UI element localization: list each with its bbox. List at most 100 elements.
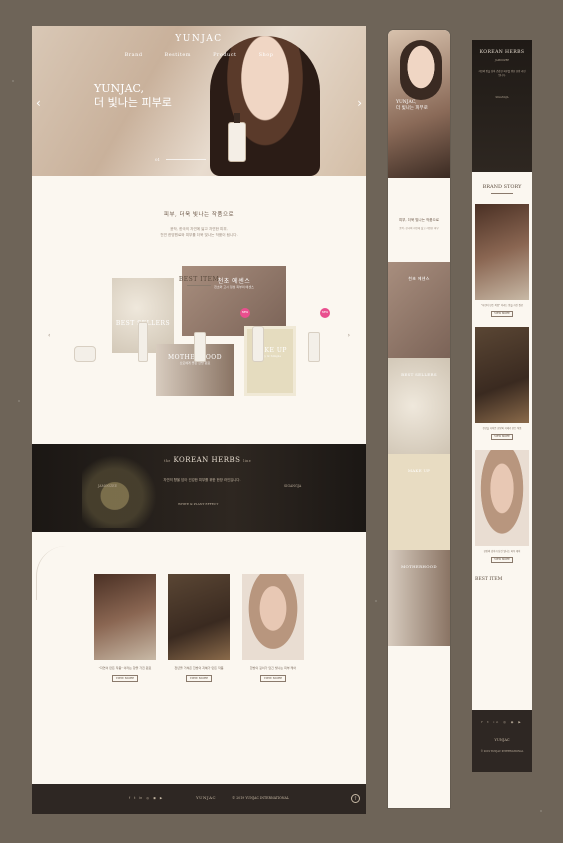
best-item-underline [187, 285, 211, 286]
story-image-model [242, 574, 304, 660]
mobile-footer-logo[interactable]: YUNJAC [472, 738, 532, 742]
nav-item-shop[interactable]: Shop [259, 52, 274, 58]
mobile-social-links[interactable]: f t in ◎ ◉ ▶ [472, 710, 532, 724]
phone-hero: YUNJAC, 더 빛나는 피부로 [388, 30, 450, 178]
story-card: "자연이 만든 작품" 이라는 향을 가진 원료 VIEW MORE [94, 574, 156, 682]
phone-intro-heading: 피부, 더욱 빛나는 작품으로 [399, 218, 439, 222]
chevron-right-icon[interactable]: › [357, 96, 362, 110]
background-speck [18, 400, 20, 402]
main-nav: Brand Bestitem Product Shop [32, 52, 366, 58]
story-card-text: 한방의 깊이가 담긴 빛나는 피부 케어 [249, 666, 297, 670]
social-links: f t in ◎ ◉ ▶ [129, 796, 162, 800]
leaf-decoration [36, 546, 76, 600]
story-image-serum [94, 574, 156, 660]
linkedin-icon[interactable]: in [139, 796, 142, 800]
product-cream-jar[interactable] [74, 346, 96, 362]
mobile-brand-story-title: BRAND STORY [482, 184, 522, 190]
view-more-button[interactable]: VIEW MORE [491, 557, 513, 563]
intro-heading: 피부, 더욱 빛나는 작품으로 [163, 212, 235, 218]
phone-intro: 피부, 더욱 빛나는 작품으로 윤작, 한국의 자연에 닮고 자연한 피부 [388, 178, 450, 262]
mobile-story-card: 천년을 거쳐온 한방의 지혜가 만든 작품 VIEW MORE [475, 327, 529, 440]
product-dropper-bottle[interactable] [194, 332, 206, 362]
mobile-story-card: "자연이 만든 작품" 이라는 향을 가진 원료 VIEW MORE [475, 204, 529, 317]
intro-body-line2: 천연 한방원료와 피부를 더욱 빛나는 작품이 됩니다. [160, 233, 238, 237]
new-badge: NEW [240, 308, 250, 318]
phone-mockup: YUNJAC, 더 빛나는 피부로 피부, 더욱 빛나는 작품으로 윤작, 한국… [388, 30, 450, 808]
chevron-right-icon[interactable]: › [348, 332, 350, 339]
herbs-description: 자연의 향을 담아 건강한 피부를 위한 한방 라인입니다. [163, 478, 241, 482]
facebook-icon[interactable]: f [129, 796, 130, 800]
mobile-story-card: 한방의 깊이가 담긴 빛나는 피부 케어 VIEW MORE [475, 450, 529, 563]
nav-item-product[interactable]: Product [213, 52, 237, 58]
view-more-button[interactable]: VIEW MORE [491, 311, 513, 317]
footer-copyright: © 2019 YUNJAC INTERNATIONAL [232, 796, 289, 800]
mobile-herbs-tag2[interactable]: SIGANGJA [472, 96, 532, 99]
best-item-carousel: ‹ NEW NEW › [48, 308, 350, 362]
phone-tile-best[interactable]: BEST SELLERS [388, 358, 450, 454]
korean-herbs-banner: the KOREAN HERBS line JAMOOZEE SIGANGJA … [32, 444, 366, 532]
background-speck [375, 600, 377, 602]
instagram-icon[interactable]: ◎ [146, 796, 149, 800]
mobile-footer: f t in ◎ ◉ ▶ YUNJAC © 2019 YUNJAC INTERN… [472, 710, 532, 772]
mobile-herbs-tag[interactable]: JAMOOZEE [472, 59, 532, 62]
mobile-story-image-serum [475, 204, 529, 300]
background-speck [12, 80, 14, 82]
intro-body-line1: 윤작, 한국의 자연에 닮고 자연한 피부, [170, 227, 228, 231]
hero-title: YUNJAC, 더 빛나는 피부로 [94, 82, 172, 110]
hero-progress-line [166, 159, 206, 160]
footer-logo[interactable]: YUNJAC [196, 795, 216, 800]
intro-section: 피부, 더욱 빛나는 작품으로 윤작, 한국의 자연에 닮고 자연한 피부, 천… [32, 176, 366, 274]
mobile-herbs-body: 자연의 향을 담아 건강한 피부를 위한 한방 라인입니다. [478, 70, 526, 77]
mobile-story-image-model [475, 450, 529, 546]
story-card: 한방의 깊이가 담긴 빛나는 피부 케어 VIEW MORE [242, 574, 304, 682]
story-image-herbs [168, 574, 230, 660]
mobile-mockup: KOREAN HERBS JAMOOZEE 자연의 향을 담아 건강한 피부를 … [472, 40, 532, 772]
view-more-button[interactable]: VIEW MORE [260, 675, 286, 682]
mobile-title-underline [491, 193, 513, 194]
mobile-herbs-title: KOREAN HERBS [479, 50, 525, 55]
story-card-text: "자연이 만든 작품" 이라는 향을 가진 원료 [98, 666, 152, 670]
youtube-icon[interactable]: ▶ [160, 796, 162, 800]
mobile-story-text: "자연이 만든 작품" 이라는 향을 가진 원료 [481, 304, 523, 307]
arrow-up-icon[interactable]: ↑ [351, 794, 360, 803]
herb-leaf-image [82, 448, 164, 528]
site-footer: f t in ◎ ◉ ▶ YUNJAC © 2019 YUNJAC INTERN… [32, 784, 366, 814]
phone-hero-title: YUNJAC, 더 빛나는 피부로 [396, 100, 428, 111]
hero-title-line1: YUNJAC, [94, 82, 145, 95]
story-card: 천년을 거쳐온 한방의 지혜가 만든 작품 VIEW MORE [168, 574, 230, 682]
phone-hero-model [400, 40, 442, 100]
mobile-herbs-section: KOREAN HERBS JAMOOZEE 자연의 향을 담아 건강한 피부를 … [472, 40, 532, 172]
phone-tile-essence[interactable]: 천초 에센스 [388, 262, 450, 358]
nav-item-brand[interactable]: Brand [125, 52, 143, 58]
twitter-icon[interactable]: t [134, 796, 135, 800]
mobile-story-text: 천년을 거쳐온 한방의 지혜가 만든 작품 [482, 427, 522, 430]
product-ampoule[interactable] [308, 332, 320, 362]
product-pump-bottle[interactable] [138, 322, 148, 362]
mobile-best-item-title: BEST ITEM [475, 577, 503, 582]
view-more-button[interactable]: VIEW MORE [186, 675, 212, 682]
herbs-title: the KOREAN HERBS line [164, 456, 252, 464]
herbs-tag-jamoozee[interactable]: JAMOOZEE [98, 484, 117, 488]
product-tube[interactable] [252, 326, 264, 362]
brand-story-section: "자연이 만든 작품" 이라는 향을 가진 원료 VIEW MORE 천년을 거… [32, 532, 366, 788]
new-badge: NEW [320, 308, 330, 318]
view-more-button[interactable]: VIEW MORE [491, 434, 513, 440]
mobile-footer-copyright: © 2019 YUNJAC INTERNATIONAL [480, 750, 524, 753]
github-icon[interactable]: ◉ [153, 796, 156, 800]
mobile-story-text: 한방의 깊이가 담긴 빛나는 피부 케어 [483, 550, 521, 553]
herbs-effect-button[interactable]: WHITE & PLANT EFFECT [178, 502, 218, 506]
phone-tile-motherhood[interactable]: MOTHERHOOD [388, 550, 450, 646]
phone-intro-body: 윤작, 한국의 자연에 닮고 자연한 피부 [399, 227, 439, 230]
view-more-button[interactable]: VIEW MORE [112, 675, 138, 682]
best-item-title: BEST ITEM [178, 276, 220, 283]
chevron-left-icon[interactable]: ‹ [48, 332, 50, 339]
site-logo[interactable]: YUNJAC [32, 34, 366, 44]
herbs-tag-sigangja[interactable]: SIGANGJA [284, 484, 301, 488]
hero-title-line2: 더 빛나는 피부로 [94, 96, 172, 109]
mobile-story-image-herbs [475, 327, 529, 423]
hero-banner: YUNJAC Brand Bestitem Product Shop YUNJA… [32, 26, 366, 176]
chevron-left-icon[interactable]: ‹ [36, 96, 41, 110]
phone-tile-makeup[interactable]: MAKE UP [388, 454, 450, 550]
background-speck [540, 810, 542, 812]
nav-item-bestitem[interactable]: Bestitem [165, 52, 192, 58]
